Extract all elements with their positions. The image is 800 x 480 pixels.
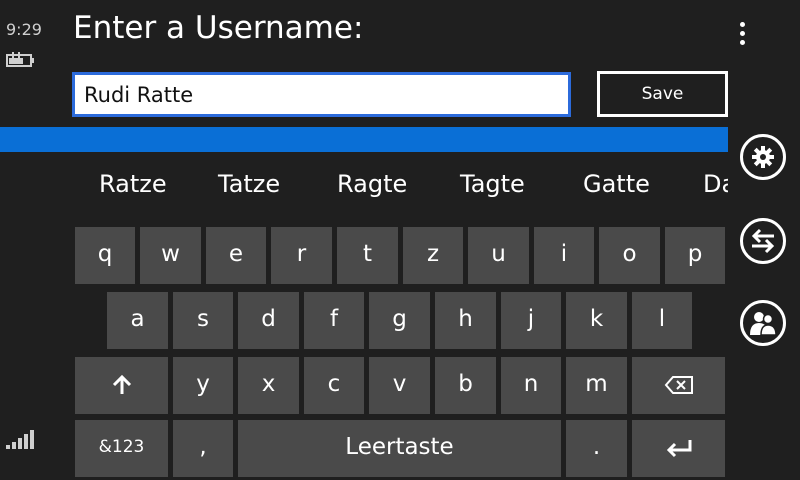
key[interactable]: f <box>304 292 364 349</box>
battery-charging-icon <box>6 52 34 67</box>
key[interactable]: h <box>435 292 496 349</box>
key[interactable]: y <box>173 357 233 414</box>
gear-icon <box>752 146 774 168</box>
switch-button[interactable] <box>740 218 786 264</box>
period-key[interactable]: . <box>566 420 627 477</box>
swap-arrows-icon <box>751 228 775 254</box>
word-suggestions: Ratze Tatze Ragte Tagte Gatte Da <box>0 162 728 214</box>
key[interactable]: d <box>238 292 299 349</box>
key[interactable]: w <box>140 227 201 284</box>
key[interactable]: l <box>632 292 692 349</box>
save-button[interactable]: Save <box>597 71 728 117</box>
enter-key[interactable] <box>632 420 725 477</box>
status-time: 9:29 <box>6 20 42 39</box>
key[interactable]: n <box>501 357 561 414</box>
comma-key[interactable]: , <box>173 420 233 477</box>
key[interactable]: t <box>337 227 398 284</box>
key[interactable]: o <box>599 227 660 284</box>
username-input[interactable] <box>72 72 571 117</box>
key[interactable]: k <box>566 292 627 349</box>
suggestion-item[interactable]: Tagte <box>460 170 525 198</box>
people-icon <box>750 312 777 336</box>
suggestion-item[interactable]: Ratze <box>99 170 167 198</box>
key[interactable]: v <box>369 357 430 414</box>
shift-arrow-icon <box>112 374 131 394</box>
key[interactable]: j <box>501 292 561 349</box>
key[interactable]: g <box>369 292 430 349</box>
key[interactable]: m <box>566 357 627 414</box>
key[interactable]: c <box>304 357 364 414</box>
space-key[interactable]: Leertaste <box>238 420 561 477</box>
backspace-key[interactable] <box>632 357 725 414</box>
key[interactable]: p <box>665 227 725 284</box>
key[interactable]: s <box>173 292 233 349</box>
key[interactable]: z <box>403 227 463 284</box>
suggestion-item[interactable]: Tatze <box>218 170 280 198</box>
numbers-key[interactable]: &123 <box>75 420 168 477</box>
suggestion-item[interactable]: Gatte <box>583 170 650 198</box>
on-screen-keyboard: q w e r t z u i o p a s d f g h j k l y … <box>0 224 728 480</box>
key[interactable]: e <box>206 227 266 284</box>
shift-key[interactable] <box>75 357 168 414</box>
key[interactable]: u <box>468 227 529 284</box>
key[interactable]: q <box>75 227 135 284</box>
settings-button[interactable] <box>740 134 786 180</box>
key[interactable]: r <box>271 227 332 284</box>
backspace-icon <box>664 375 693 394</box>
key[interactable]: x <box>238 357 299 414</box>
enter-arrow-icon <box>666 439 691 457</box>
suggestion-item[interactable]: Ragte <box>337 170 407 198</box>
accent-bar <box>0 127 728 152</box>
page-title: Enter a Username: <box>73 10 364 46</box>
suggestion-item[interactable]: Da <box>703 170 728 198</box>
key[interactable]: i <box>534 227 594 284</box>
ellipsis-vertical-icon[interactable] <box>734 22 750 52</box>
key[interactable]: b <box>435 357 496 414</box>
key[interactable]: a <box>107 292 168 349</box>
people-button[interactable] <box>740 300 786 346</box>
